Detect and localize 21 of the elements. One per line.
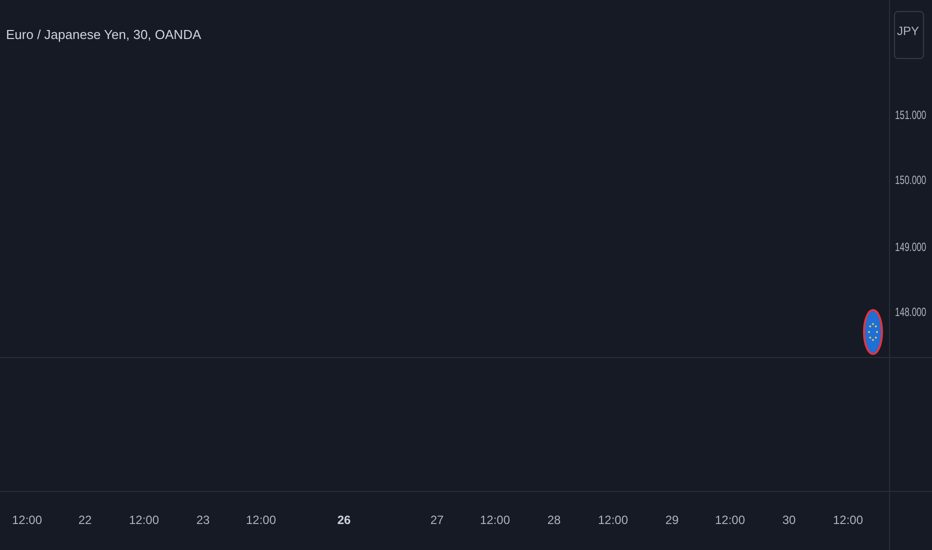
time-label: 28: [547, 513, 561, 527]
time-label: 12:00: [598, 513, 628, 527]
time-label: 27: [430, 513, 444, 527]
time-label: 12:00: [714, 513, 746, 527]
time-label: 22: [78, 513, 92, 527]
currency-flag-icon: [863, 308, 883, 356]
time-label: 12:00: [12, 513, 42, 527]
price-label: 150.000: [895, 173, 926, 187]
time-label: 12:00: [480, 513, 510, 527]
time-label: 29: [665, 513, 679, 527]
price-label: 151.000: [895, 108, 926, 122]
price-label: 149.000: [895, 240, 926, 254]
currency-button[interactable]: JPY: [894, 11, 924, 59]
time-label: 12:00: [246, 513, 276, 527]
time-label: 30: [782, 513, 796, 527]
time-label: 12:00: [832, 513, 864, 527]
time-label: 23: [196, 513, 210, 527]
chart-title: Euro / Japanese Yen, 30, OANDA: [6, 27, 202, 42]
price-label: 148.000: [895, 305, 926, 319]
time-label: 26: [337, 513, 351, 527]
time-label: 12:00: [128, 513, 160, 527]
